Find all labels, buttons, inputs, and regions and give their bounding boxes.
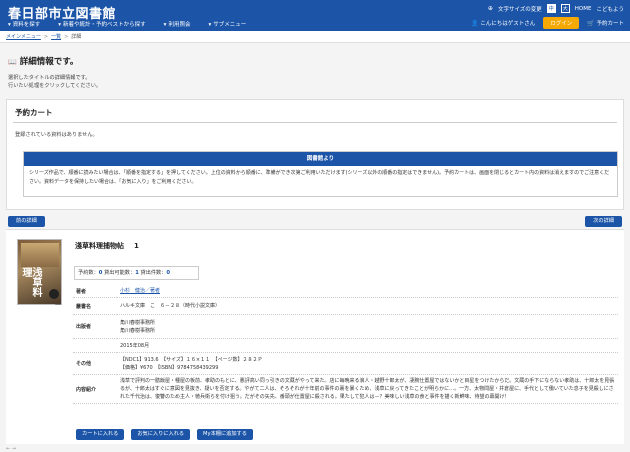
info-value: 角川春樹事務所 角川春樹事務所	[117, 314, 618, 339]
availability-counts: 予約数：0 貸出可能数：1 貸出件数：0	[74, 266, 199, 280]
instruction-line: 選択したタイトルの詳細情報です。	[8, 75, 91, 81]
breadcrumb-main-menu[interactable]: メインメニュー	[6, 34, 41, 40]
user-greeting: 👤 こんにちはゲストさん	[471, 19, 535, 27]
info-row-summary: 内容紹介 浅草で評判の一膳飯屋・種屋の板前、孝助のもとに、悪評高い同っ引きの文蔵…	[73, 374, 618, 404]
author-link[interactable]: 小杉 健治／著者	[120, 288, 160, 294]
info-label	[73, 338, 117, 353]
page-end-mark: ← →	[6, 446, 16, 452]
font-size-medium[interactable]: 中	[546, 4, 556, 13]
page-title: 📖 詳細情報です。	[8, 55, 622, 67]
font-size-label: 文字サイズの変更	[497, 6, 542, 13]
breadcrumb-list[interactable]: 一覧	[51, 34, 61, 40]
breadcrumb: メインメニュー > 一覧 > 詳細	[0, 31, 630, 43]
info-row-publisher: 出版者 角川春樹事務所 角川春樹事務所	[73, 314, 618, 339]
breadcrumb-separator: >	[64, 34, 69, 40]
book-volume: 1	[134, 242, 139, 250]
book-actions: カートに入れる お気に入りに入れる My本棚に追加する	[76, 429, 253, 440]
book-cover[interactable]: 浅草料理	[17, 239, 62, 305]
header-bottom-right: 👤 こんにちはゲストさん ログイン 🛒 予約カート	[471, 17, 624, 29]
info-label: 内容紹介	[73, 374, 117, 404]
login-button[interactable]: ログイン	[543, 17, 580, 29]
info-value: 小杉 健治／著者	[117, 285, 618, 298]
font-size-icon: ⊕	[487, 5, 493, 12]
info-label: 叢書名	[73, 297, 117, 315]
cover-seal	[49, 289, 59, 299]
notice-title: 図書館より	[24, 152, 617, 166]
loans-count: 0	[166, 270, 171, 276]
info-row-author: 著者 小杉 健治／著者	[73, 285, 618, 298]
nav-new-stats[interactable]: 新着や統計・予約ベストから探す	[58, 20, 146, 28]
info-value: 【NDC1】913.6 【サイズ】１６×１１ 【ページ数】２８２Ｐ 【価格】¥6…	[117, 352, 618, 375]
font-size-large[interactable]: 大	[560, 4, 570, 13]
info-row-date: 2015年08月	[73, 338, 618, 353]
info-label: 出版者	[73, 314, 117, 339]
book-icon: 📖	[8, 58, 17, 66]
library-notice: 図書館より シリーズ作品で、順番に読みたい場合は、「順番を指定する」を押してくだ…	[23, 151, 618, 197]
page-title-text: 詳細情報です。	[19, 57, 79, 67]
reservations-count: 0	[98, 270, 103, 276]
add-to-cart-button[interactable]: カートに入れる	[76, 429, 125, 440]
home-link[interactable]: HOME	[575, 6, 592, 12]
cart-title: 予約カート	[15, 108, 53, 117]
book-title-text: 淺草料理捕物帖	[75, 242, 124, 250]
kids-link[interactable]: こどもよう	[596, 5, 624, 13]
greeting-text: こんにちはゲストさん	[480, 21, 536, 27]
cart-icon: 🛒	[587, 20, 595, 27]
breadcrumb-detail: 詳細	[71, 34, 82, 40]
cover-art	[21, 243, 59, 267]
reservation-cart-panel: 予約カート 登録されている資料はありません。 図書館より シリーズ作品で、順番に…	[6, 99, 624, 210]
cover-title: 浅草料理	[20, 267, 41, 297]
info-value: ハルキ文庫 こ ６－２８（時代小説文庫）	[117, 297, 618, 315]
available-count: 1	[135, 270, 139, 276]
page-head: 📖 詳細情報です。 選択したタイトルの詳細情報です。 行いたい処理をクリックしてく…	[0, 43, 630, 90]
cart-empty-message: 登録されている資料はありません。	[15, 132, 98, 138]
next-detail-button[interactable]: 次の詳細	[585, 216, 622, 227]
nav-search[interactable]: 資料を探す	[8, 20, 41, 28]
cover-dash: —	[55, 301, 61, 308]
prev-detail-button[interactable]: 前の詳細	[8, 216, 45, 227]
reservations-label: 予約数：	[78, 270, 99, 276]
user-icon: 👤	[470, 20, 479, 27]
add-to-favorites-button[interactable]: お気に入りに入れる	[131, 429, 191, 440]
book-info-table: 著者 小杉 健治／著者 叢書名 ハルキ文庫 こ ６－２８（時代小説文庫） 出版者…	[73, 285, 618, 404]
info-label: 著者	[73, 285, 117, 298]
cart-link[interactable]: 🛒 予約カート	[587, 19, 624, 27]
breadcrumb-separator: >	[43, 34, 49, 40]
nav-usage[interactable]: 利用照会	[164, 20, 190, 28]
info-row-series: 叢書名 ハルキ文庫 こ ６－２８（時代小説文庫）	[73, 297, 618, 315]
header-top-right: ⊕ 文字サイズの変更 中 大 HOME こどもよう	[488, 4, 624, 13]
instructions: 選択したタイトルの詳細情報です。 行いたい処理をクリックしてください。	[8, 74, 622, 90]
available-label: 貸出可能数：	[104, 270, 136, 276]
info-value: 2015年08月	[117, 338, 618, 353]
book-title: 淺草料理捕物帖 1	[75, 241, 139, 251]
book-detail: 浅草料理 — 淺草料理捕物帖 1 予約数：0 貸出可能数：1 貸出件数：0 著者 …	[6, 229, 624, 444]
add-to-bookshelf-button[interactable]: My本棚に追加する	[197, 429, 253, 440]
info-row-other: その他 【NDC1】913.6 【サイズ】１６×１１ 【ページ数】２８２Ｐ 【価…	[73, 352, 618, 375]
info-label: その他	[73, 352, 117, 375]
site-header: 春日部市立図書館 資料を探す 新着や統計・予約ベストから探す 利用照会 サブメニ…	[0, 0, 630, 31]
cart-link-label: 予約カート	[596, 21, 624, 27]
loans-label: 貸出件数：	[140, 270, 167, 276]
nav-submenu[interactable]: サブメニュー	[208, 20, 246, 28]
instruction-line: 行いたい処理をクリックしてください。	[8, 83, 102, 89]
divider	[13, 122, 617, 123]
notice-text: シリーズ作品で、順番に読みたい場合は、「順番を指定する」を押してください。上位の…	[29, 170, 610, 185]
global-nav: 資料を探す 新着や統計・予約ベストから探す 利用照会 サブメニュー	[8, 20, 246, 28]
info-value: 浅草で評判の一膳飯屋・種屋の板前、孝助のもとに、悪評高い同っ引きの文蔵がやって来…	[117, 374, 618, 404]
